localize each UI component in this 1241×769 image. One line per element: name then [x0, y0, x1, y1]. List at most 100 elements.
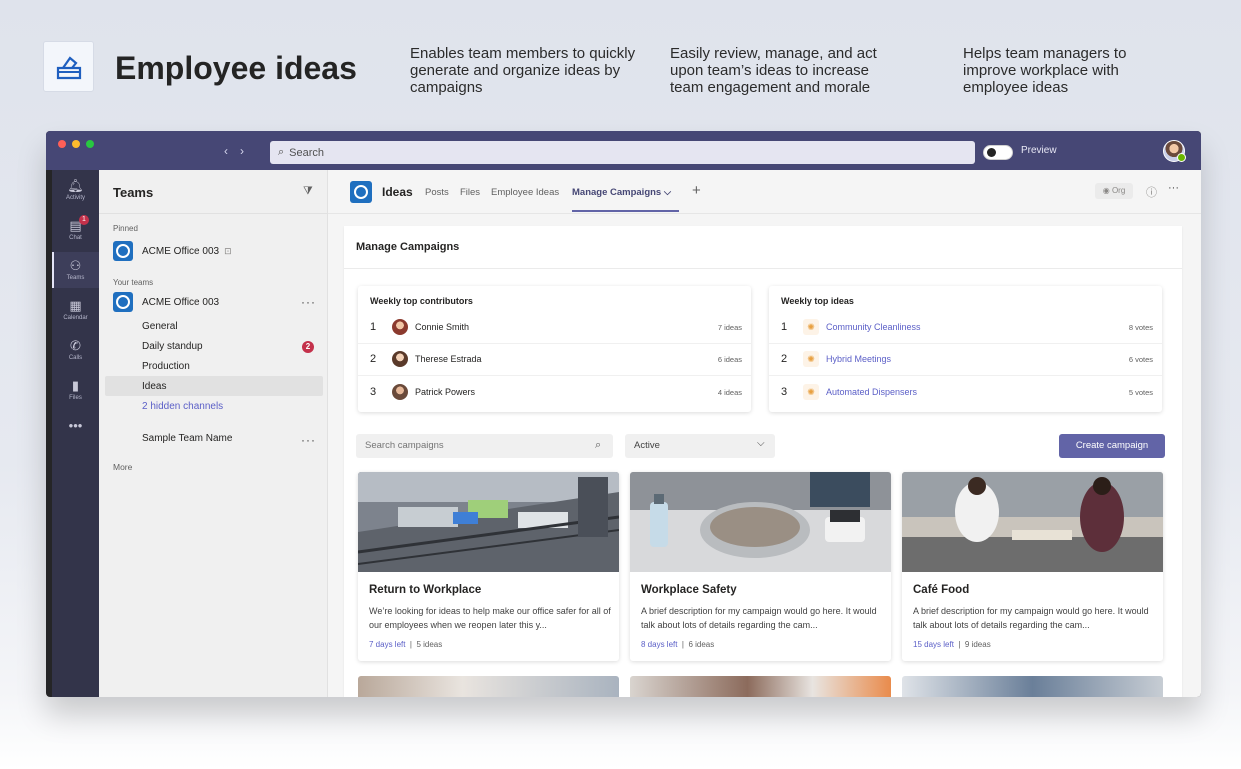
rail-label: Activity	[65, 195, 85, 201]
ideas-app-icon	[350, 181, 372, 203]
tab-label: Manage Campaigns	[572, 187, 662, 198]
contributor-row[interactable]: 2 Therese Estrada 6 ideas	[370, 349, 742, 369]
idea-name: Community Cleanliness	[826, 322, 921, 332]
row-divider	[769, 375, 1162, 376]
rail-item-calls[interactable]: ✆ Calls	[52, 338, 99, 372]
contributor-name: Patrick Powers	[415, 387, 476, 397]
team-more-icon[interactable]: ···	[301, 295, 316, 309]
status-value: Active	[634, 440, 660, 451]
close-window-button[interactable]	[58, 140, 66, 148]
global-search-input[interactable]: ⌕ Search	[270, 141, 975, 164]
add-tab-icon[interactable]: +	[692, 182, 701, 199]
chevron-down-icon: ⌵	[757, 438, 765, 449]
maximize-window-button[interactable]	[86, 140, 94, 148]
pinned-team[interactable]: ACME Office 003 ⊡	[113, 241, 232, 261]
ideas-title: Weekly top ideas	[781, 296, 854, 306]
employee-ideas-logo	[43, 41, 94, 92]
filter-icon[interactable]: ⧩	[303, 185, 313, 198]
teams-heading: Teams	[113, 185, 154, 200]
channel-production[interactable]: Production	[142, 361, 190, 372]
campaign-card[interactable]: Workplace Safety A brief description for…	[630, 472, 891, 661]
rail-item-files[interactable]: ▮ Files	[52, 378, 99, 412]
rank: 2	[781, 353, 788, 365]
campaign-card-partial[interactable]	[630, 676, 891, 697]
channel-daily-standup[interactable]: Daily standup	[142, 341, 203, 352]
rail-item-chat[interactable]: ▤ 1 Chat	[52, 215, 99, 252]
pinned-team-name: ACME Office 003	[142, 245, 220, 257]
org-chip[interactable]: ◉ Org	[1095, 183, 1133, 199]
pinned-label: Pinned	[113, 224, 138, 233]
create-campaign-button[interactable]: Create campaign	[1059, 434, 1165, 458]
campaign-description: We’re looking for ideas to help make our…	[369, 606, 611, 630]
panel-title: Manage Campaigns	[356, 241, 460, 253]
sample-team[interactable]: Sample Team Name	[142, 433, 232, 444]
rail-label: Files	[69, 395, 82, 401]
calendar-icon: ▦	[69, 298, 82, 313]
vote-count: 6 votes	[1128, 354, 1153, 364]
rail-label: Teams	[66, 275, 85, 281]
tab-employee-ideas[interactable]: Employee Ideas	[491, 187, 559, 198]
team-logo-icon	[113, 241, 133, 261]
idea-count: 4 ideas	[717, 387, 742, 397]
rail-item-teams[interactable]: ⚇ Teams	[52, 252, 99, 288]
status-dropdown[interactable]: Active	[625, 434, 775, 458]
campaign-card-partial[interactable]	[358, 676, 619, 697]
campaign-meta: 7 days left | 5 ideas	[369, 640, 443, 649]
idea-row[interactable]: 2 ✺ Hybrid Meetings 6 votes	[781, 349, 1153, 369]
app-name: Ideas	[382, 185, 413, 199]
tab-posts[interactable]: Posts	[425, 187, 449, 198]
vote-count: 5 votes	[1128, 387, 1153, 397]
campaign-card[interactable]: Return to Workplace We’re looking for id…	[358, 472, 619, 661]
team-acme-office[interactable]: ACME Office 003	[113, 292, 219, 312]
tab-manage-campaigns[interactable]: Manage Campaigns ⌵	[572, 187, 671, 198]
more-link[interactable]: More	[113, 462, 132, 472]
preview-toggle[interactable]	[983, 145, 1013, 160]
your-teams-label: Your teams	[113, 278, 154, 287]
cafe-image	[902, 472, 1163, 572]
contributor-row[interactable]: 3 Patrick Powers 4 ideas	[370, 382, 742, 402]
campaign-title: Workplace Safety	[641, 584, 737, 596]
bell-icon: 🔔︎	[67, 178, 84, 193]
idea-count: 6 ideas	[717, 354, 742, 364]
idea-row[interactable]: 3 ✺ Automated Dispensers 5 votes	[781, 382, 1153, 402]
search-campaigns-input[interactable]	[356, 434, 613, 458]
idea-count: 9 ideas	[964, 640, 991, 649]
vote-count: 8 votes	[1128, 322, 1153, 332]
more-icon: •••	[68, 418, 83, 433]
teams-window: ‹› ⌕ Search Preview 🔔︎ Activity ▤ 1 Chat…	[46, 131, 1201, 697]
campaign-card-partial[interactable]	[902, 676, 1163, 697]
active-tab-indicator	[572, 210, 679, 212]
idea-count: 7 ideas	[717, 322, 742, 332]
rank: 2	[370, 353, 377, 365]
hero-description-2: Easily review, manage, and act upon team…	[670, 45, 877, 96]
history-nav: ‹›	[224, 144, 256, 158]
manage-campaigns-panel: Manage Campaigns Weekly top contributors…	[344, 226, 1182, 697]
channel-general[interactable]: General	[142, 321, 178, 332]
tab-files[interactable]: Files	[460, 187, 480, 198]
chat-badge: 1	[79, 215, 89, 225]
hidden-channels-link[interactable]: 2 hidden channels	[142, 401, 223, 412]
more-options-icon[interactable]: ···	[1168, 182, 1179, 194]
sample-team-more-icon[interactable]: ···	[301, 433, 316, 447]
channel-ideas[interactable]: Ideas	[142, 381, 166, 392]
back-arrow-icon[interactable]: ‹	[224, 144, 240, 158]
row-divider	[358, 375, 751, 376]
days-left: 7 days left	[369, 640, 406, 649]
rail-item-calendar[interactable]: ▦ Calendar	[52, 298, 99, 332]
minimize-window-button[interactable]	[72, 140, 80, 148]
user-avatar[interactable]	[1163, 140, 1186, 162]
rail-label: Calls	[68, 355, 83, 361]
rail-more-apps[interactable]: •••	[52, 418, 99, 438]
forward-arrow-icon[interactable]: ›	[240, 144, 256, 158]
contributor-row[interactable]: 1 Connie Smith 7 ideas	[370, 317, 742, 337]
idea-row[interactable]: 1 ✺ Community Cleanliness 8 votes	[781, 317, 1153, 337]
office-lounge-image	[358, 472, 619, 572]
rail-item-activity[interactable]: 🔔︎ Activity	[52, 178, 99, 212]
info-icon[interactable]: ⓘ	[1146, 184, 1157, 200]
campaign-title: Return to Workplace	[369, 584, 482, 596]
rail-label: Chat	[69, 235, 82, 241]
app-rail: 🔔︎ Activity ▤ 1 Chat ⚇ Teams ▦ Calendar …	[52, 170, 99, 697]
campaign-card[interactable]: Café Food A brief description for my cam…	[902, 472, 1163, 661]
campaign-meta: 8 days left | 6 ideas	[641, 640, 715, 649]
standup-badge: 2	[302, 341, 314, 353]
